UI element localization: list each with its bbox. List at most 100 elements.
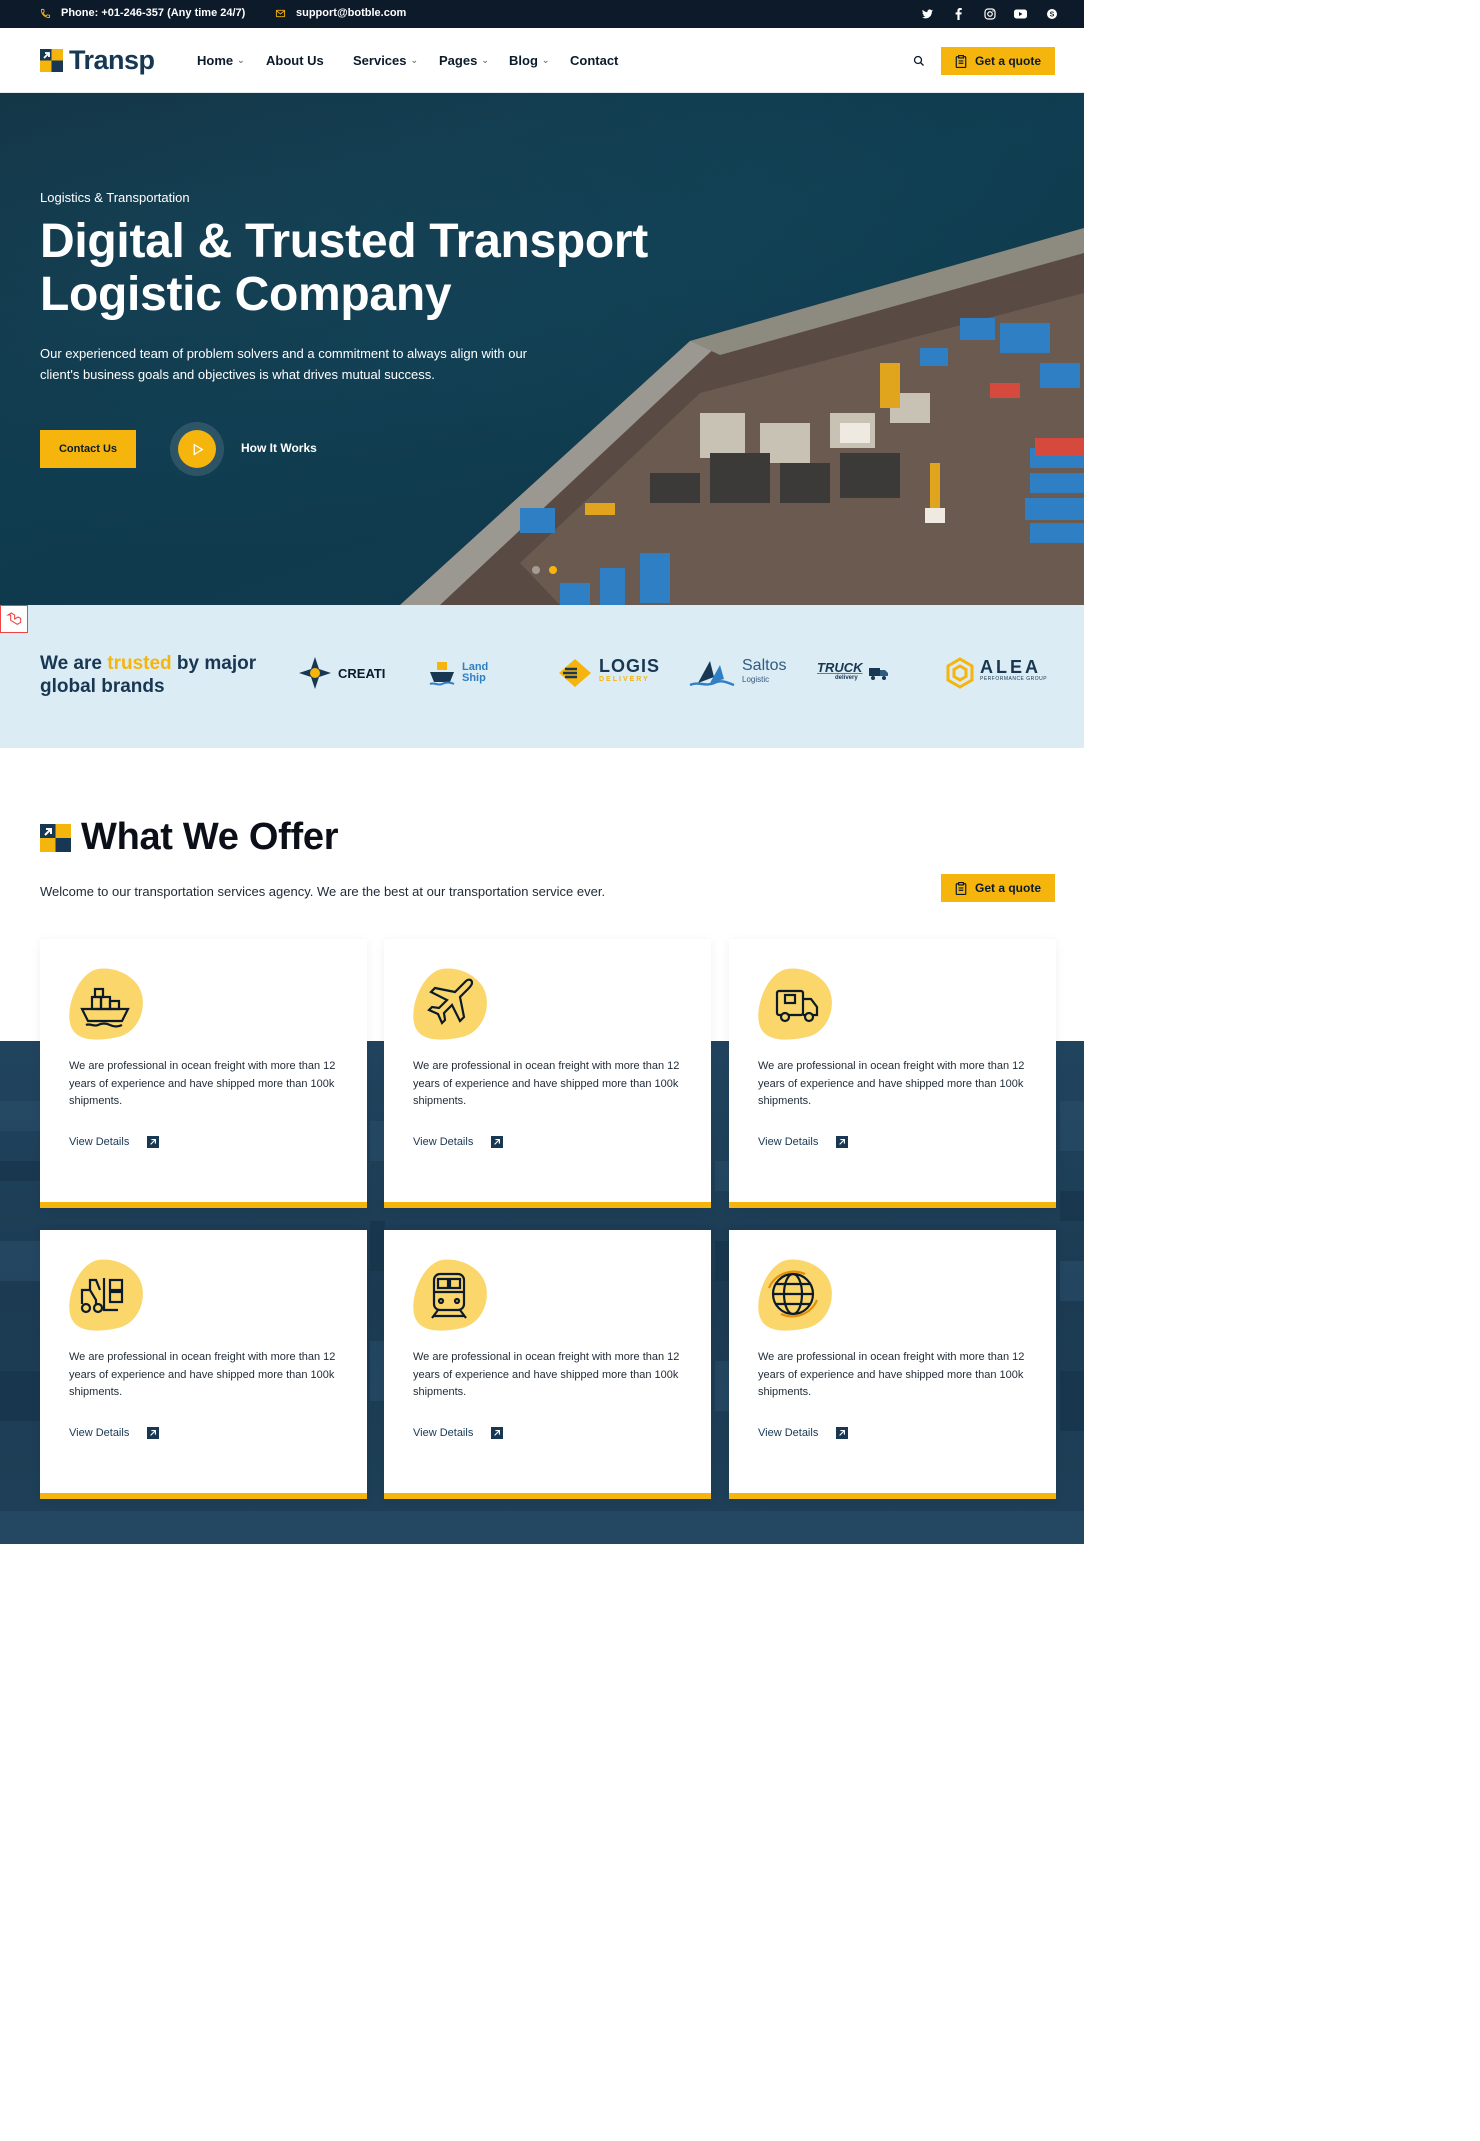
offer-quote-label: Get a quote bbox=[974, 881, 1041, 895]
site-logo[interactable]: Transp bbox=[40, 45, 155, 76]
nav-pages[interactable]: Pages ⌄ bbox=[439, 53, 489, 68]
instagram-icon[interactable] bbox=[983, 7, 996, 20]
airplane-icon bbox=[412, 967, 488, 1043]
nav-contact[interactable]: Contact bbox=[570, 53, 618, 68]
clipboard-icon bbox=[955, 881, 967, 895]
service-card-text: We are professional in ocean freight wit… bbox=[413, 1060, 680, 1107]
brand-logo-truck[interactable]: TRUCK delivery bbox=[817, 655, 889, 691]
site-header: Transp Home ⌄ About Us Services ⌄ Pages ⌄ B… bbox=[0, 28, 1084, 93]
hero-description: Our experienced team of problem solvers … bbox=[40, 346, 527, 382]
view-details-label: View Details bbox=[413, 1136, 474, 1148]
email-contact[interactable]: support@botble.com bbox=[275, 7, 406, 19]
nav-home[interactable]: Home ⌄ bbox=[197, 53, 245, 68]
brand-logo-landship[interactable]: Land Ship bbox=[428, 655, 488, 691]
globe-icon bbox=[757, 1258, 833, 1334]
arrow-up-right-icon bbox=[147, 1136, 160, 1148]
view-details-label: View Details bbox=[413, 1427, 474, 1439]
brand-logo-saltos[interactable]: Saltos Logistic bbox=[688, 655, 786, 691]
view-details-label: View Details bbox=[69, 1427, 130, 1439]
brands-heading: We are trusted by major global brands bbox=[40, 652, 270, 698]
view-details-label: View Details bbox=[758, 1136, 819, 1148]
twitter-icon[interactable] bbox=[921, 7, 934, 20]
hero-section: Logistics & Transportation Digital & Tru… bbox=[0, 93, 1084, 605]
brand-sub: PERFORMANCE GROUP bbox=[980, 676, 1048, 682]
truck-icon bbox=[868, 668, 888, 680]
brand-name: CREATI bbox=[338, 665, 386, 681]
brand-name: ALEA bbox=[980, 657, 1041, 677]
phone-text: Phone: +01-246-357 (Any time 24/7) bbox=[61, 7, 246, 19]
view-details-link[interactable]: View Details bbox=[413, 1136, 504, 1148]
delivery-truck-icon bbox=[757, 967, 833, 1043]
hero-title: Digital & Trusted Transport Logistic Com… bbox=[40, 215, 648, 321]
skype-icon[interactable]: S bbox=[1045, 7, 1058, 20]
hero-eyebrow: Logistics & Transportation bbox=[40, 190, 190, 205]
clipboard-icon bbox=[955, 54, 967, 68]
top-bar: Phone: +01-246-357 (Any time 24/7) suppo… bbox=[0, 0, 1084, 28]
nav-contact-label: Contact bbox=[570, 53, 619, 68]
arrow-up-right-icon bbox=[147, 1427, 160, 1439]
phone-icon bbox=[40, 8, 51, 18]
brand-sub: Ship bbox=[462, 672, 486, 684]
logo-mark-icon bbox=[40, 49, 63, 72]
slider-dot-active[interactable] bbox=[549, 566, 557, 574]
brand-saltos-text: Saltos Logistic bbox=[742, 658, 786, 687]
service-card: We are professional in ocean freight wit… bbox=[40, 1230, 367, 1499]
train-icon bbox=[412, 1258, 488, 1334]
service-card: We are professional in ocean freight wit… bbox=[729, 939, 1056, 1208]
offer-title: What We Offer bbox=[81, 816, 339, 858]
nav-blog-label: Blog bbox=[509, 53, 538, 68]
forklift-icon bbox=[68, 1258, 144, 1334]
ship-icon bbox=[429, 662, 455, 686]
brand-logo-creati[interactable]: CREATI bbox=[298, 655, 385, 691]
play-icon bbox=[178, 430, 216, 468]
compass-icon bbox=[299, 657, 331, 689]
nav-about-label: About Us bbox=[266, 53, 324, 68]
view-details-link[interactable]: View Details bbox=[758, 1136, 849, 1148]
arrow-up-right-icon bbox=[836, 1136, 849, 1148]
search-icon[interactable] bbox=[913, 54, 926, 67]
brand-sub: DELIVERY bbox=[599, 676, 650, 683]
brand-logo-logis[interactable]: LOGIS DELIVERY bbox=[557, 655, 660, 691]
laravel-icon[interactable] bbox=[0, 605, 28, 633]
header-quote-label: Get a quote bbox=[974, 54, 1041, 68]
view-details-link[interactable]: View Details bbox=[758, 1427, 849, 1439]
nav-services[interactable]: Services ⌄ bbox=[353, 53, 418, 68]
play-video-button[interactable] bbox=[170, 422, 224, 476]
view-details-link[interactable]: View Details bbox=[69, 1136, 160, 1148]
hexagon-stack-icon bbox=[946, 657, 974, 689]
service-card-text: We are professional in ocean freight wit… bbox=[758, 1060, 1025, 1107]
social-links: S bbox=[921, 7, 1058, 20]
offer-description: Welcome to our transportation services a… bbox=[40, 884, 606, 899]
nav-blog[interactable]: Blog ⌄ bbox=[509, 53, 549, 68]
phone-contact[interactable]: Phone: +01-246-357 (Any time 24/7) bbox=[40, 7, 245, 19]
nav-home-label: Home bbox=[197, 53, 234, 68]
nav-services-label: Services bbox=[353, 53, 407, 68]
offer-mark-icon bbox=[40, 823, 71, 852]
brand-name: LOGIS bbox=[599, 656, 661, 676]
brand-sub: Logistic bbox=[742, 675, 770, 684]
offer-quote-button[interactable]: Get a quote bbox=[941, 874, 1055, 902]
chevron-down-icon: ⌄ bbox=[410, 55, 419, 65]
brand-alea-text: ALEA PERFORMANCE GROUP bbox=[980, 657, 1048, 685]
service-card: We are professional in ocean freight wit… bbox=[384, 939, 711, 1208]
mail-icon bbox=[275, 9, 286, 17]
slider-dot[interactable] bbox=[532, 566, 540, 574]
how-it-works-link[interactable]: How It Works bbox=[241, 441, 317, 455]
arrow-up-right-icon bbox=[836, 1427, 849, 1439]
service-card: We are professional in ocean freight wit… bbox=[384, 1230, 711, 1499]
view-details-link[interactable]: View Details bbox=[413, 1427, 504, 1439]
nav-about[interactable]: About Us bbox=[266, 53, 324, 68]
view-details-link[interactable]: View Details bbox=[69, 1427, 160, 1439]
brand-landship-text: Land Ship bbox=[462, 662, 488, 684]
header-quote-button[interactable]: Get a quote bbox=[941, 47, 1055, 75]
arrow-up-right-icon bbox=[491, 1427, 504, 1439]
service-card-text: We are professional in ocean freight wit… bbox=[69, 1351, 336, 1398]
brand-name: TRUCK bbox=[817, 660, 863, 675]
facebook-icon[interactable] bbox=[952, 7, 965, 20]
contact-us-button[interactable]: Contact Us bbox=[40, 430, 136, 468]
brands-heading-pre: We are bbox=[40, 653, 108, 674]
brands-heading-highlight: trusted bbox=[107, 653, 172, 674]
service-card-text: We are professional in ocean freight wit… bbox=[758, 1351, 1025, 1398]
brand-logo-alea[interactable]: ALEA PERFORMANCE GROUP bbox=[946, 655, 1047, 691]
youtube-icon[interactable] bbox=[1014, 7, 1027, 20]
